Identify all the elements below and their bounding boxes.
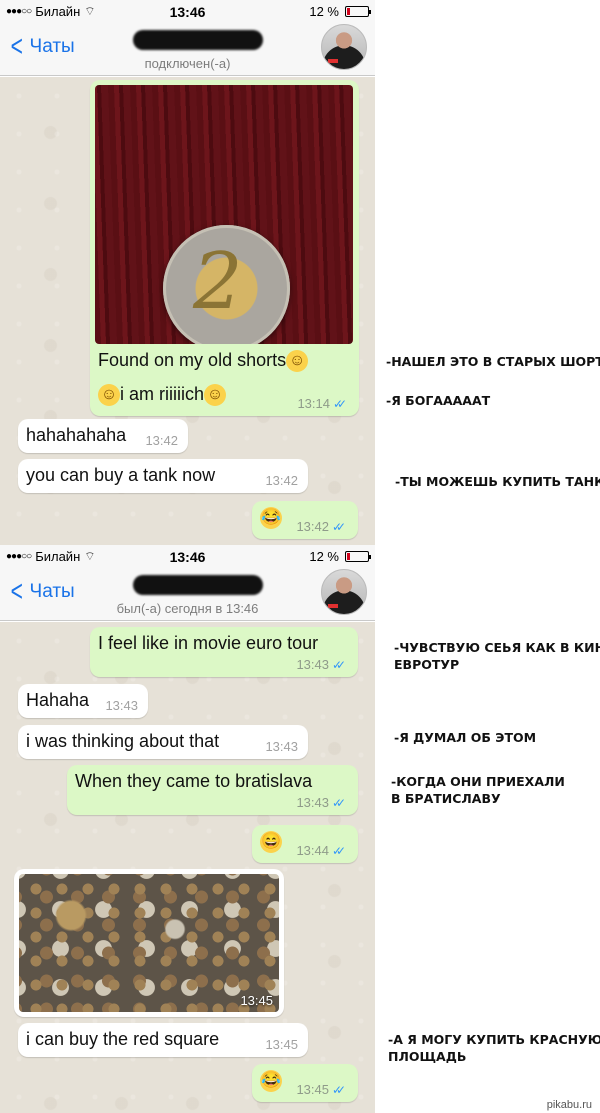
- status-bar: ●●●○○ Билайн ⌔ 13:46 12 %: [0, 545, 375, 569]
- message-text-line2: i am riiiiich: [120, 384, 205, 404]
- battery-icon: [345, 551, 371, 562]
- read-receipt-icon: ✓✓: [332, 657, 346, 672]
- chat-screenshot-1: ●●●○○ Билайн ⌔ 13:46 12 % < Чаты подключ…: [0, 0, 375, 545]
- chat-header: < Чаты был(-а) сегодня в 13:46: [0, 569, 375, 621]
- coin-image: 2: [163, 225, 290, 344]
- message-time: 13:43: [105, 698, 138, 713]
- translation-caption: -ЧУВСТВУЮ СЕЬЯ КАК В КИНО ЕВРОТУР: [394, 640, 600, 672]
- message-bubble-incoming[interactable]: Hahaha 13:43: [18, 684, 148, 718]
- joy-emoji: 😂: [260, 1070, 282, 1093]
- photo-coin[interactable]: 2: [95, 85, 353, 344]
- message-time: 13:14: [297, 396, 330, 411]
- chevron-left-icon: <: [10, 30, 23, 63]
- battery-percent: 12 %: [309, 4, 339, 19]
- translation-caption: -Я ДУМАЛ ОБ ЭТОМ: [394, 730, 537, 745]
- read-receipt-icon: ✓✓: [333, 396, 347, 411]
- back-button[interactable]: < Чаты: [8, 30, 75, 63]
- message-time: 13:42: [265, 473, 298, 488]
- message-time: 13:43: [296, 795, 329, 810]
- contact-avatar[interactable]: [321, 569, 367, 615]
- chat-header: < Чаты подключен(-а): [0, 24, 375, 76]
- message-list[interactable]: 2 Found on my old shorts ☺ ☺ i am riiiiich…: [0, 77, 375, 545]
- message-time: 13:43: [265, 739, 298, 754]
- message-time: 13:44: [296, 843, 329, 858]
- message-text: When they came to bratislava: [75, 771, 313, 791]
- smile-emoji: 😄: [260, 831, 282, 854]
- chat-screenshot-2: ●●●○○ Билайн ⌔ 13:46 12 % < Чаты был(-а)…: [0, 545, 375, 1113]
- battery-icon: [345, 6, 371, 17]
- message-bubble-incoming[interactable]: hahahahaha 13:42: [18, 419, 188, 453]
- translation-caption: -КОГДА ОНИ ПРИЕХАЛИ В БРАТИСЛАВУ: [391, 774, 565, 806]
- contact-status: был(-а) сегодня в 13:46: [116, 601, 259, 616]
- contact-name-redacted[interactable]: [133, 30, 263, 50]
- battery-percent: 12 %: [309, 549, 339, 564]
- contact-status: подключен(-а): [144, 56, 231, 71]
- message-text: Hahaha: [26, 690, 90, 710]
- message-time: 13:45: [240, 993, 273, 1008]
- message-time: 13:43: [296, 657, 329, 672]
- message-bubble-outgoing[interactable]: 😂 13:42 ✓✓: [252, 501, 358, 539]
- message-bubble-outgoing[interactable]: 2 Found on my old shorts ☺ ☺ i am riiiiich…: [90, 80, 359, 416]
- smile-emoji: ☺: [286, 350, 309, 373]
- message-text: hahahahaha: [26, 425, 127, 445]
- message-text: i can buy the red square: [26, 1029, 220, 1049]
- chevron-left-icon: <: [10, 575, 23, 608]
- contact-name-redacted[interactable]: [133, 575, 263, 595]
- message-time: 13:45: [296, 1082, 329, 1097]
- translation-caption: -Я БОГАААААТ: [386, 393, 491, 408]
- message-time: 13:42: [145, 433, 178, 448]
- read-receipt-icon: ✓✓: [332, 843, 346, 858]
- read-receipt-icon: ✓✓: [332, 1082, 346, 1097]
- back-button[interactable]: < Чаты: [8, 575, 75, 608]
- translation-caption: -НАШЕЛ ЭТО В СТАРЫХ ШОРТАХ: [386, 354, 600, 369]
- message-list[interactable]: I feel like in movie euro tour 13:43 ✓✓ H…: [0, 622, 375, 1113]
- read-receipt-icon: ✓✓: [332, 519, 346, 534]
- joy-emoji: 😂: [260, 507, 282, 530]
- translation-caption: -А Я МОГУ КУПИТЬ КРАСНУЮ ПЛОЩАДЬ: [388, 1032, 600, 1064]
- message-time: 13:42: [296, 519, 329, 534]
- message-bubble-outgoing[interactable]: I feel like in movie euro tour 13:43 ✓✓: [90, 627, 358, 677]
- photo-coin-pile[interactable]: 13:45: [19, 874, 279, 1012]
- message-bubble-outgoing[interactable]: 😂 13:45 ✓✓: [252, 1064, 358, 1102]
- smile-emoji: ☺: [98, 384, 120, 407]
- message-bubble-incoming[interactable]: you can buy a tank now 13:42: [18, 459, 308, 493]
- message-text: I feel like in movie euro tour: [98, 633, 319, 653]
- message-time: 13:45: [265, 1037, 298, 1052]
- message-bubble-outgoing[interactable]: 😄 13:44 ✓✓: [252, 825, 358, 863]
- message-text: you can buy a tank now: [26, 465, 216, 485]
- back-label: Чаты: [29, 581, 75, 602]
- watermark: pikabu.ru: [546, 1099, 592, 1111]
- read-receipt-icon: ✓✓: [332, 795, 346, 810]
- message-bubble-outgoing[interactable]: When they came to bratislava 13:43 ✓✓: [67, 765, 358, 815]
- status-bar: ●●●○○ Билайн ⌔ 13:46 12 %: [0, 0, 375, 24]
- back-label: Чаты: [29, 36, 75, 57]
- contact-avatar[interactable]: [321, 24, 367, 70]
- translation-caption: -ТЫ МОЖЕШЬ КУПИТЬ ТАНК: [395, 474, 600, 489]
- smile-emoji: ☺: [204, 384, 227, 407]
- message-bubble-incoming[interactable]: i was thinking about that 13:43: [18, 725, 308, 759]
- message-bubble-incoming-photo[interactable]: 13:45: [14, 869, 284, 1017]
- message-text: i was thinking about that: [26, 731, 220, 751]
- message-bubble-incoming[interactable]: i can buy the red square 13:45: [18, 1023, 308, 1057]
- message-text: Found on my old shorts: [98, 350, 287, 370]
